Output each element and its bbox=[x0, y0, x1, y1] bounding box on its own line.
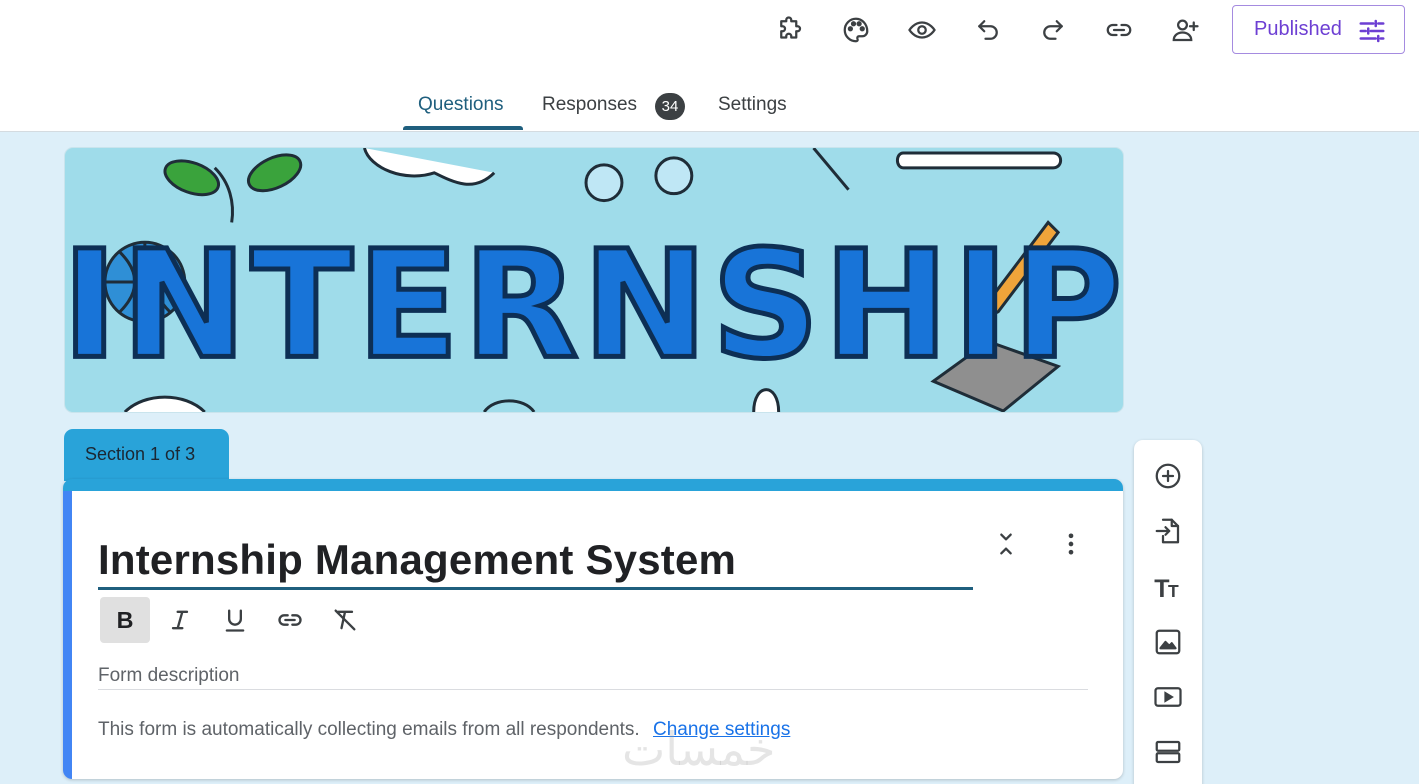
bold-icon: B bbox=[117, 607, 134, 633]
italic-button[interactable] bbox=[155, 597, 205, 643]
more-options-icon[interactable] bbox=[1053, 526, 1089, 562]
svg-text:B: B bbox=[117, 607, 134, 633]
clear-format-button[interactable] bbox=[320, 597, 370, 643]
add-title-icon[interactable]: TT bbox=[1148, 567, 1188, 607]
italic-icon bbox=[171, 610, 189, 630]
header-image: INTERNSHIP bbox=[64, 147, 1124, 413]
email-notice-text: This form is automatically collecting em… bbox=[98, 719, 640, 740]
top-bar: Published Questions Responses 34 Setting… bbox=[0, 0, 1419, 132]
link-icon[interactable] bbox=[1097, 8, 1141, 52]
form-title[interactable]: Internship Management System bbox=[98, 536, 736, 584]
redo-icon[interactable] bbox=[1031, 8, 1075, 52]
link-icon bbox=[278, 614, 302, 626]
section-tab: Section 1 of 3 bbox=[64, 429, 229, 481]
clear-format-icon bbox=[334, 609, 356, 631]
palette-icon[interactable] bbox=[834, 8, 878, 52]
description-underline bbox=[98, 689, 1088, 690]
insert-link-button[interactable] bbox=[265, 597, 315, 643]
responses-count-badge: 34 bbox=[655, 93, 685, 120]
svg-text:T: T bbox=[1168, 581, 1179, 601]
tab-active-indicator bbox=[403, 126, 523, 130]
preview-icon[interactable] bbox=[900, 8, 944, 52]
undo-icon[interactable] bbox=[966, 8, 1010, 52]
add-image-icon[interactable] bbox=[1148, 622, 1188, 662]
email-collection-notice: This form is automatically collecting em… bbox=[98, 719, 790, 741]
change-settings-link[interactable]: Change settings bbox=[653, 719, 790, 740]
question-toolbar: TT bbox=[1134, 440, 1202, 784]
underline-icon bbox=[225, 609, 245, 632]
add-collaborator-icon[interactable] bbox=[1163, 8, 1207, 52]
published-label: Published bbox=[1254, 18, 1342, 40]
collapse-section-icon[interactable] bbox=[988, 526, 1024, 562]
tab-responses[interactable]: Responses bbox=[542, 94, 637, 116]
tune-icon bbox=[1359, 19, 1385, 43]
underline-button[interactable] bbox=[210, 597, 260, 643]
tab-settings[interactable]: Settings bbox=[718, 94, 787, 116]
add-video-icon[interactable] bbox=[1148, 677, 1188, 717]
form-header-card: Internship Management System B Form desc… bbox=[63, 479, 1123, 779]
add-ons-icon[interactable] bbox=[768, 8, 812, 52]
add-question-icon[interactable] bbox=[1148, 456, 1188, 496]
import-questions-icon[interactable] bbox=[1148, 511, 1188, 551]
add-section-icon[interactable] bbox=[1148, 732, 1188, 772]
form-description-input[interactable]: Form description bbox=[98, 665, 240, 687]
tab-questions[interactable]: Questions bbox=[418, 94, 504, 116]
title-underline bbox=[98, 587, 973, 590]
published-button[interactable]: Published bbox=[1232, 5, 1405, 54]
bold-button[interactable]: B bbox=[100, 597, 150, 643]
svg-text:INTERNSHIP: INTERNSHIP bbox=[65, 219, 1123, 393]
card-focus-indicator bbox=[63, 491, 72, 779]
